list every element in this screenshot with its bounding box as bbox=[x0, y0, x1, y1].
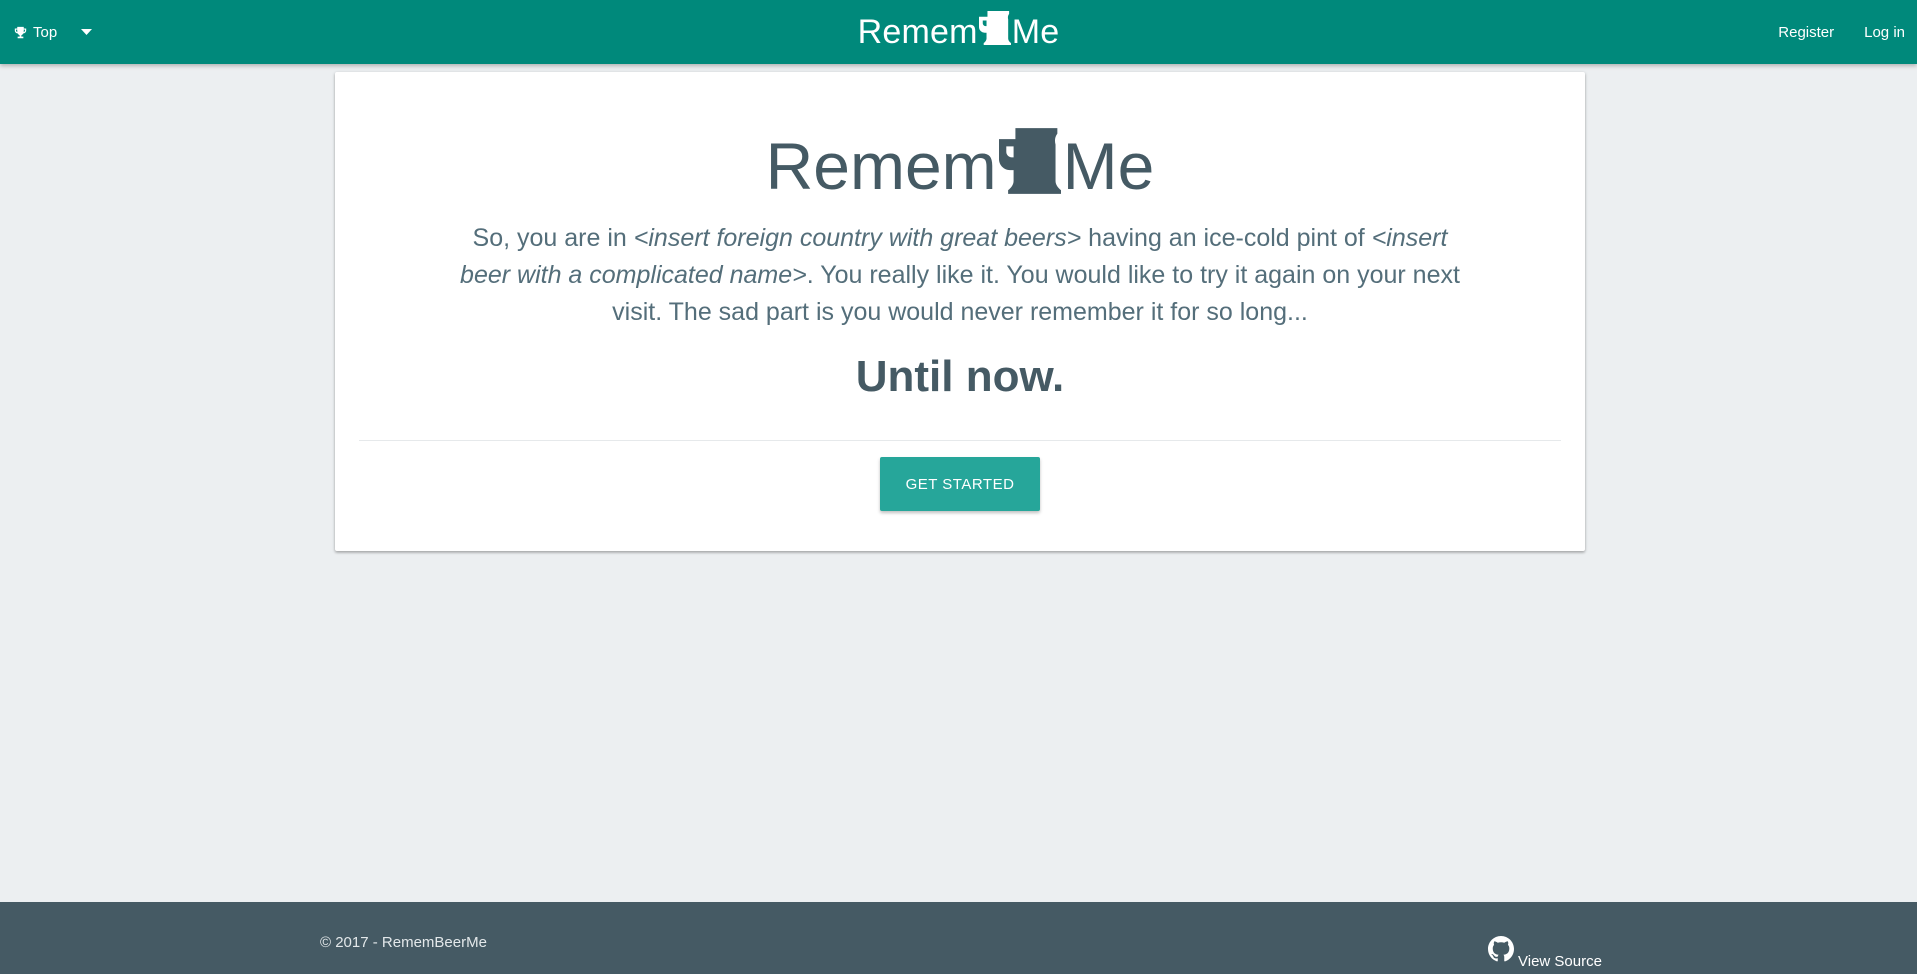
intro-paragraph: So, you are in <insert foreign country w… bbox=[455, 220, 1465, 331]
brand-text-left: Remem bbox=[857, 12, 978, 51]
beer-mug-icon bbox=[978, 10, 1011, 54]
card-divider bbox=[359, 440, 1561, 441]
top-menu-dropdown[interactable]: Top bbox=[14, 0, 93, 64]
hero-title: Remem Me bbox=[335, 126, 1585, 206]
get-started-button[interactable]: GET STARTED bbox=[880, 457, 1040, 511]
hero-title-right: Me bbox=[1062, 129, 1155, 203]
intro-text-1: So, you are in bbox=[472, 224, 634, 252]
trophy-icon bbox=[14, 26, 27, 39]
page-footer: © 2017 - RememBeerMe View Source bbox=[0, 902, 1917, 974]
view-source-label: View Source bbox=[1518, 953, 1602, 970]
brand-text-right: Me bbox=[1011, 12, 1060, 51]
caret-down-icon bbox=[81, 29, 93, 35]
tagline: Until now. bbox=[855, 352, 1065, 401]
copyright-text: © 2017 - RememBeerMe bbox=[320, 934, 487, 951]
register-link[interactable]: Register bbox=[1778, 24, 1834, 41]
intro-text-2: having an ice-cold pint of bbox=[1081, 224, 1372, 252]
hero-title-left: Remem bbox=[765, 129, 997, 203]
top-menu-label: Top bbox=[33, 23, 58, 41]
beer-mug-icon bbox=[998, 126, 1061, 206]
brand-logo[interactable]: Remem Me bbox=[0, 0, 1917, 64]
github-icon bbox=[1488, 936, 1514, 966]
auth-links: Register Log in bbox=[1778, 0, 1905, 64]
login-link[interactable]: Log in bbox=[1864, 24, 1905, 41]
intro-text-country: <insert foreign country with great beers… bbox=[633, 224, 1082, 252]
view-source-link[interactable]: View Source bbox=[1488, 936, 1602, 970]
top-navbar: Top Remem Me Register Log in bbox=[0, 0, 1917, 64]
welcome-card: Remem Me So, you are in <insert foreign … bbox=[335, 72, 1585, 551]
